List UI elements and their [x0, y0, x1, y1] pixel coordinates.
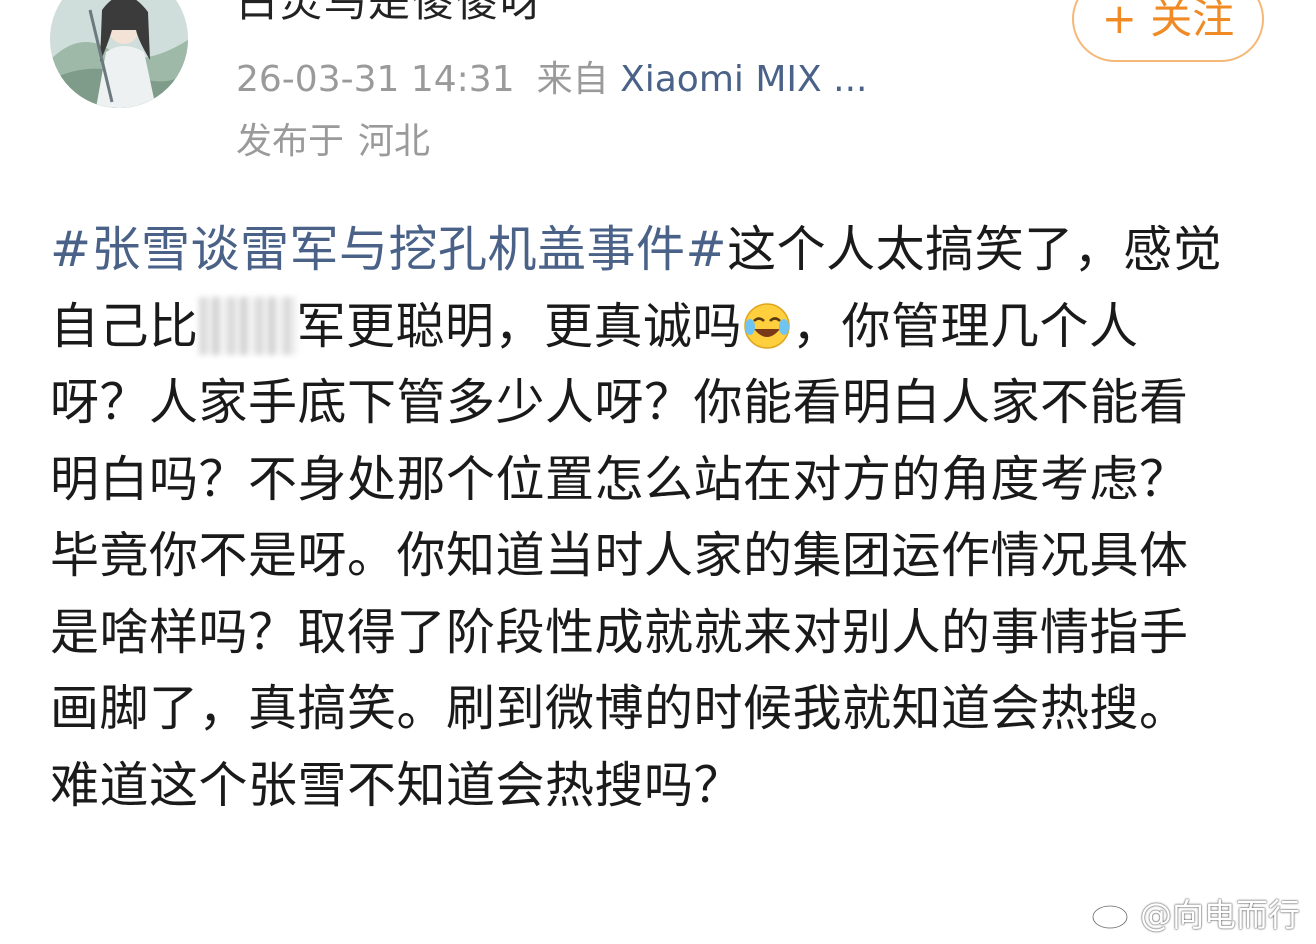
post-text-part-3: ，你管理几个人呀？人家手底下管多少人呀？你能看明白人家不能看明白吗？不身处那个位…	[50, 297, 1189, 814]
hashtag-link[interactable]: #张雪谈雷军与挖孔机盖事件#	[50, 221, 727, 278]
watermark: @向电而行	[1090, 890, 1300, 936]
source-prefix: 来自	[536, 59, 609, 100]
weibo-logo-icon	[1091, 899, 1131, 930]
post-text-part-2: 军更聪明，更真诚吗	[296, 297, 743, 355]
follow-button[interactable]: + 关注	[1072, 0, 1264, 62]
laughing-crying-emoji-icon	[742, 301, 792, 351]
location-prefix: 发布于	[236, 121, 345, 162]
location-value: 河北	[358, 121, 431, 162]
username[interactable]: 白灵鸟是傻傻呀	[236, 0, 544, 30]
redacted-blur	[198, 296, 297, 355]
source-device-link[interactable]: Xiaomi MIX ...	[620, 59, 867, 100]
post-text: #张雪谈雷军与挖孔机盖事件#这个人太搞笑了，感觉自己比 军更聪明，更真诚吗 ，你管理…	[50, 212, 1232, 824]
post-meta: 26-03-31 14:31 来自 Xiaomi MIX ...	[236, 56, 867, 104]
avatar-image	[50, 0, 188, 108]
post-location: 发布于 河北	[236, 118, 430, 166]
timestamp: 26-03-31 14:31	[236, 59, 515, 100]
watermark-text: @向电而行	[1139, 896, 1300, 934]
avatar[interactable]	[50, 0, 188, 108]
